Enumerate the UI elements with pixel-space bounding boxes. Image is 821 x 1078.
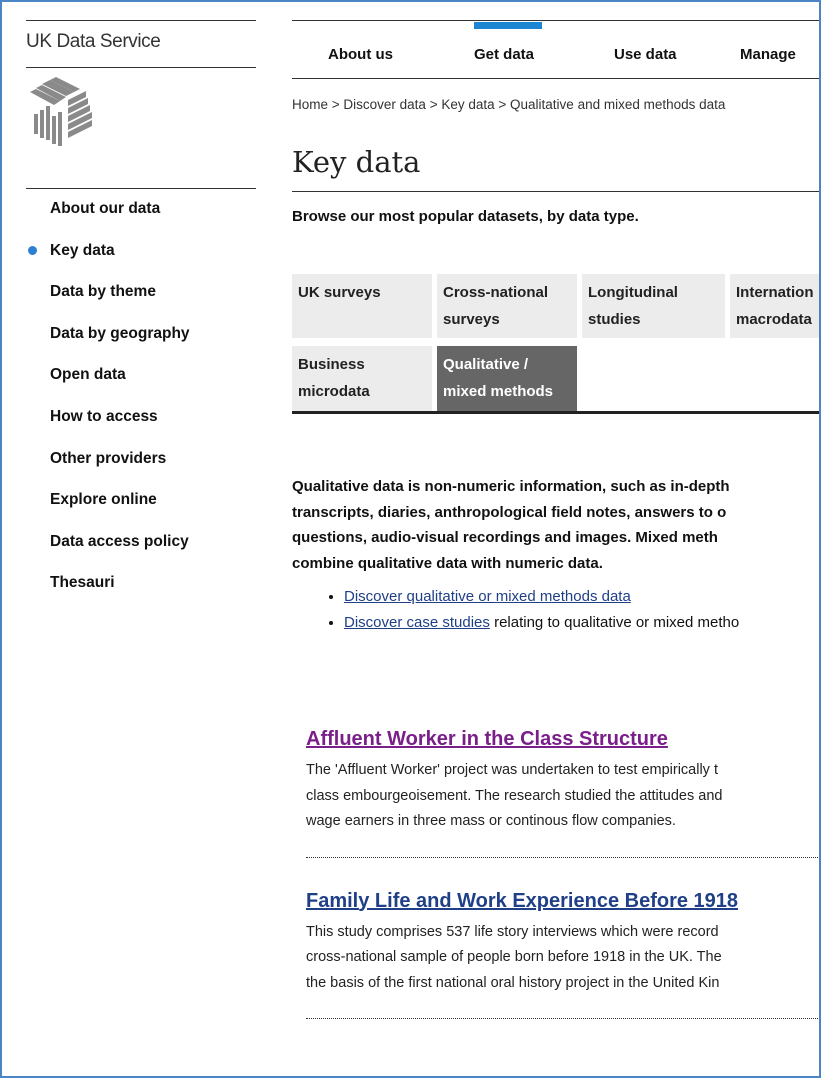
tab-uk-surveys[interactable]: UK surveys	[292, 274, 432, 338]
description-line: Qualitative data is non-numeric informat…	[292, 478, 730, 495]
tab-label: microdata	[298, 383, 370, 400]
study-line: This study comprises 537 life story inte…	[306, 923, 719, 940]
breadcrumb-link[interactable]: Home	[292, 97, 328, 112]
sidebar-item-explore-online[interactable]: Explore online	[26, 490, 256, 532]
list-item: Discover qualitative or mixed methods da…	[344, 584, 819, 610]
description-paragraph: Qualitative data is non-numeric informat…	[292, 474, 819, 576]
study-summary: This study comprises 537 life story inte…	[306, 920, 819, 997]
sidebar: UK Data Service About our data Key data …	[26, 20, 256, 615]
title-rule	[292, 191, 819, 192]
sidebar-item-other-providers[interactable]: Other providers	[26, 449, 256, 491]
main-content: About us Get data Use data Manage Home >…	[292, 20, 819, 1019]
discover-case-studies-link[interactable]: Discover case studies	[344, 614, 490, 631]
sidebar-nav: About our data Key data Data by theme Data …	[26, 199, 256, 615]
tab-label: Business	[298, 356, 365, 373]
tab-qualitative-mixed-methods[interactable]: Qualitative / mixed methods	[437, 346, 577, 411]
site-logo[interactable]	[26, 68, 256, 188]
breadcrumb-separator: >	[494, 97, 511, 112]
sidebar-item-label: Thesauri	[50, 574, 115, 592]
sidebar-item-label: Other providers	[50, 449, 167, 467]
page-title: Key data	[292, 145, 421, 179]
sidebar-item-key-data[interactable]: Key data	[26, 241, 256, 283]
sidebar-item-label: Data access policy	[50, 532, 189, 550]
site-brand[interactable]: UK Data Service	[26, 21, 256, 67]
study-title-link[interactable]: Family Life and Work Experience Before 1…	[306, 888, 819, 915]
sidebar-item-data-access-policy[interactable]: Data access policy	[26, 532, 256, 574]
page-intro: Browse our most popular datasets, by dat…	[292, 208, 639, 225]
study-title-link[interactable]: Affluent Worker in the Class Structure	[306, 726, 819, 753]
sidebar-item-thesauri[interactable]: Thesauri	[26, 573, 256, 615]
sidebar-item-data-by-geography[interactable]: Data by geography	[26, 324, 256, 366]
tab-longitudinal-studies[interactable]: Longitudinal studies	[582, 274, 725, 338]
sidebar-item-label: Open data	[50, 366, 126, 384]
sidebar-item-data-by-theme[interactable]: Data by theme	[26, 282, 256, 324]
sidebar-item-label: Explore online	[50, 491, 157, 509]
list-item: Discover case studies relating to qualit…	[344, 610, 819, 636]
tab-label: macrodata	[736, 311, 812, 328]
discover-data-link[interactable]: Discover qualitative or mixed methods da…	[344, 588, 631, 605]
dotted-divider	[306, 856, 819, 858]
topnav-manage[interactable]: Manage	[740, 46, 796, 63]
study-summary: The 'Affluent Worker' project was undert…	[306, 758, 819, 835]
top-navigation: About us Get data Use data Manage	[292, 21, 819, 79]
study-item: Affluent Worker in the Class Structure T…	[292, 726, 819, 858]
page-frame: UK Data Service About our data Key data …	[0, 0, 821, 1078]
tab-business-microdata[interactable]: Business microdata	[292, 346, 432, 411]
breadcrumb-link[interactable]: Key data	[441, 97, 494, 112]
tabs-underline	[292, 411, 819, 414]
description-line: questions, audio-visual recordings and i…	[292, 529, 718, 546]
tab-cross-national-surveys[interactable]: Cross-national surveys	[437, 274, 577, 338]
link-suffix: relating to qualitative or mixed metho	[489, 614, 740, 631]
breadcrumb: Home > Discover data > Key data > Qualit…	[292, 97, 819, 112]
tab-label: Cross-national	[443, 284, 549, 301]
dotted-divider	[306, 1018, 819, 1019]
study-line: the basis of the first national oral his…	[306, 974, 720, 991]
sidebar-item-label: Data by geography	[50, 324, 190, 342]
description-line: combine qualitative data with numeric da…	[292, 554, 603, 572]
topnav-get-data[interactable]: Get data	[474, 46, 534, 63]
tab-label: Longitudinal	[588, 284, 678, 301]
tab-international-macrodata[interactable]: Internation macrodata	[730, 274, 819, 338]
breadcrumb-separator: >	[425, 97, 442, 112]
sidebar-item-label: Key data	[50, 241, 115, 259]
sidebar-item-open-data[interactable]: Open data	[26, 365, 256, 407]
sidebar-item-label: About our data	[50, 200, 161, 217]
tab-label: surveys	[443, 311, 500, 328]
related-links: Discover qualitative or mixed methods da…	[292, 584, 819, 636]
sidebar-item-label: Data by theme	[50, 283, 156, 301]
sidebar-item-about-our-data[interactable]: About our data	[26, 199, 256, 241]
topnav-use-data[interactable]: Use data	[614, 46, 677, 63]
sidebar-logo-rule	[26, 188, 256, 189]
description-line: transcripts, diaries, anthropological fi…	[292, 503, 727, 521]
cube-logo-icon	[30, 77, 92, 146]
breadcrumb-link[interactable]: Discover data	[343, 97, 426, 112]
topnav-about-us[interactable]: About us	[328, 46, 393, 63]
study-line: cross-national sample of people born bef…	[306, 949, 722, 965]
study-line: The 'Affluent Worker' project was undert…	[306, 762, 718, 778]
study-line: wage earners in three mass or continous …	[306, 813, 676, 829]
tab-label: Internation	[736, 284, 814, 301]
sidebar-item-how-to-access[interactable]: How to access	[26, 407, 256, 449]
tab-label: UK surveys	[298, 284, 381, 301]
breadcrumb-separator: >	[328, 97, 344, 112]
study-line: class embourgeoisement. The research stu…	[306, 787, 723, 804]
active-bullet-icon	[28, 245, 37, 255]
tab-label: Qualitative /	[443, 356, 529, 373]
data-type-tabs: UK surveys Cross-national surveys Longit…	[292, 274, 819, 414]
tab-label: studies	[588, 311, 641, 328]
breadcrumb-current: Qualitative and mixed methods data	[510, 97, 726, 112]
sidebar-item-label: How to access	[50, 407, 158, 425]
topnav-active-indicator	[474, 22, 542, 29]
study-item: Family Life and Work Experience Before 1…	[292, 888, 819, 1019]
tab-label: mixed methods	[443, 383, 554, 400]
